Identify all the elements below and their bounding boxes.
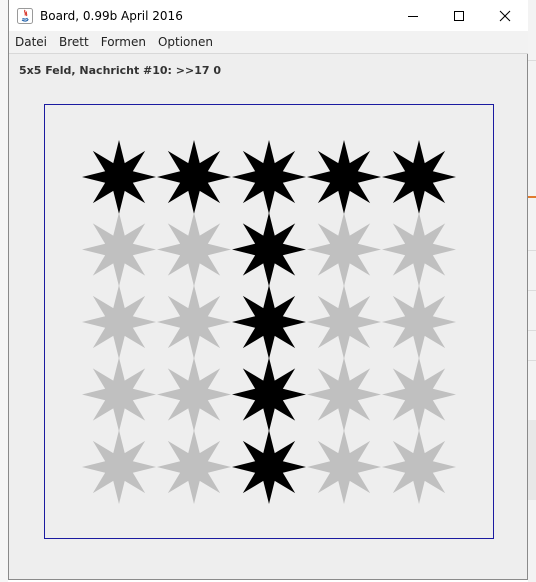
minimize-icon: [408, 15, 418, 17]
background-right-edge: [528, 0, 536, 582]
star-icon-r4c4[interactable]: [307, 357, 381, 432]
star-icon-r5c3[interactable]: [232, 430, 306, 504]
maximize-button[interactable]: [436, 0, 482, 31]
star-icon-r3c5[interactable]: [382, 285, 456, 359]
star-icon-r1c4[interactable]: [307, 140, 381, 214]
star-icon-r2c1[interactable]: [82, 212, 156, 287]
star-icon-r1c1[interactable]: [82, 140, 156, 214]
star-icon-r5c2[interactable]: [157, 430, 231, 504]
board-panel[interactable]: [44, 104, 494, 539]
star-icon-r3c3[interactable]: [232, 285, 306, 359]
star-icon-r1c3[interactable]: [232, 140, 306, 214]
star-icon-r3c4[interactable]: [307, 285, 381, 359]
maximize-icon: [454, 10, 464, 21]
menu-datei[interactable]: Datei: [9, 32, 53, 52]
close-button[interactable]: [482, 0, 528, 31]
app-window: Board, 0.99b April 2016 Datei Brett Form…: [8, 0, 528, 580]
star-icon-r4c5[interactable]: [382, 357, 456, 432]
title-bar[interactable]: Board, 0.99b April 2016: [9, 0, 528, 31]
star-icon-r5c5[interactable]: [382, 430, 456, 504]
star-icon-r2c5[interactable]: [382, 212, 456, 287]
star-icon-r1c2[interactable]: [157, 140, 231, 214]
background-left-edge: [0, 0, 8, 582]
star-icon-r2c4[interactable]: [307, 212, 381, 287]
star-icon-r4c2[interactable]: [157, 357, 231, 432]
menu-formen[interactable]: Formen: [95, 32, 152, 52]
menu-bar: Datei Brett Formen Optionen: [9, 31, 528, 54]
star-icon-r1c5[interactable]: [382, 140, 456, 214]
menu-optionen[interactable]: Optionen: [152, 32, 219, 52]
star-icon-r4c3[interactable]: [232, 357, 306, 432]
java-app-icon: [17, 7, 33, 24]
minimize-button[interactable]: [390, 0, 436, 31]
star-icon-r4c1[interactable]: [82, 357, 156, 432]
board-grid: [82, 140, 456, 504]
star-icon-r3c1[interactable]: [82, 285, 156, 359]
star-icon-r2c3[interactable]: [232, 212, 306, 287]
star-icon-r2c2[interactable]: [157, 212, 231, 287]
window-title: Board, 0.99b April 2016: [40, 8, 183, 23]
star-icon-r5c4[interactable]: [307, 430, 381, 504]
status-message: 5x5 Feld, Nachricht #10: >>17 0: [19, 64, 222, 77]
close-icon: [499, 10, 511, 21]
menu-brett[interactable]: Brett: [53, 32, 95, 52]
star-icon-r3c2[interactable]: [157, 285, 231, 359]
background-accent-line: [528, 196, 536, 198]
star-icon-r5c1[interactable]: [82, 430, 156, 504]
